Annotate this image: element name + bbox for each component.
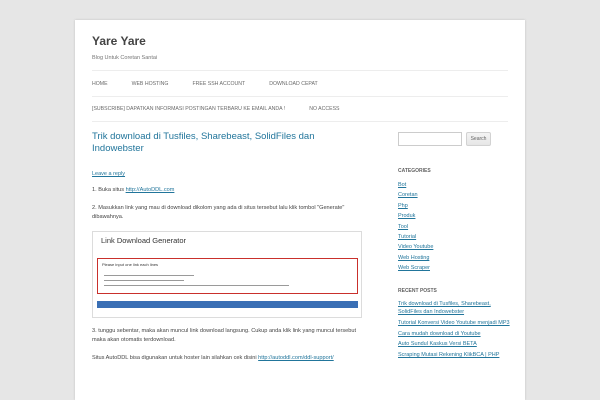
category-link-tutorial[interactable]: Tutorial — [398, 232, 510, 242]
generator-screenshot: Link Download Generator Please input one… — [92, 231, 362, 318]
main-navigation: HOME WEB HOSTING FREE SSH ACCOUNT DOWNLO… — [92, 70, 508, 122]
main-content: Trik download di Tusfiles, Sharebeast, S… — [92, 128, 362, 363]
autoddl-link[interactable]: http://AutoDDL.com — [126, 187, 175, 193]
generator-input-label: Please input one link each lines — [102, 262, 159, 267]
site-description: Blog Untuk Coretan Santai — [92, 55, 158, 61]
nav-item-home[interactable]: HOME — [92, 81, 108, 87]
category-link-coretan[interactable]: Coretan — [398, 190, 510, 200]
search-input[interactable] — [398, 132, 462, 146]
step-3-paragraph: 3. tunggu sebentar, maka akan muncul lin… — [92, 328, 357, 343]
generator-link-line — [104, 275, 194, 276]
recent-post-link[interactable]: Tutorial Konversi Video Youtube menjadi … — [398, 319, 510, 328]
recent-post-link[interactable]: Scraping Mutasi Rekening KlikBCA | PHP — [398, 351, 510, 360]
category-link-video-youtube[interactable]: Video Youtube — [398, 242, 510, 252]
nav-item-web-hosting[interactable]: WEB HOSTING — [132, 81, 169, 87]
step-1-text: 1. Buka situs — [92, 187, 126, 193]
nav-row-2: [SUBSCRIBE] DAPATKAN INFORMASI POSTINGAN… — [92, 96, 508, 121]
generator-link-line — [104, 280, 184, 281]
search-button[interactable]: Search — [466, 132, 491, 146]
category-link-php[interactable]: Php — [398, 201, 510, 211]
sidebar: Search CATEGORIES Bot Coretan Php Produk… — [398, 132, 510, 362]
post-title[interactable]: Trik download di Tusfiles, Sharebeast, S… — [92, 131, 362, 155]
recent-posts-list: Trik download di Tusfiles, Sharebeast, S… — [398, 300, 510, 360]
categories-list: Bot Coretan Php Produk Tool Tutorial Vid… — [398, 180, 510, 274]
nav-item-download-cepat[interactable]: DOWNLOAD CEPAT — [269, 81, 318, 87]
site-title[interactable]: Yare Yare — [92, 34, 146, 48]
search-form: Search — [398, 132, 510, 146]
autoddl-text: Situs AutoDDL bisa digunakan untuk hoste… — [92, 355, 259, 361]
autoddl-paragraph: Situs AutoDDL bisa digunakan untuk hoste… — [92, 354, 362, 363]
generator-link-line — [104, 285, 289, 286]
generator-title: Link Download Generator — [101, 236, 187, 245]
generator-input-box: Please input one link each lines — [97, 258, 358, 294]
categories-title: CATEGORIES — [398, 168, 431, 174]
recent-post-link[interactable]: Trik download di Tusfiles, Sharebeast, S… — [398, 300, 510, 317]
page-container: Yare Yare Blog Untuk Coretan Santai HOME… — [75, 20, 525, 400]
recent-post-link[interactable]: Auto Sundul Kaskus Versi BETA — [398, 340, 510, 349]
nav-row-1: HOME WEB HOSTING FREE SSH ACCOUNT DOWNLO… — [92, 71, 508, 96]
nav-item-free-ssh-account[interactable]: FREE SSH ACCOUNT — [192, 81, 245, 87]
recent-post-link[interactable]: Cara mudah download di Youtube — [398, 330, 510, 339]
category-link-web-scraper[interactable]: Web Scraper — [398, 263, 510, 273]
recent-posts-title: RECENT POSTS — [398, 287, 437, 294]
category-link-produk[interactable]: Produk — [398, 211, 510, 221]
step-1-paragraph: 1. Buka situs http://AutoDDL.com — [92, 186, 362, 195]
category-link-tool[interactable]: Tool — [398, 222, 510, 232]
step-2-paragraph: 2. Masukkan link yang mau di download di… — [92, 205, 345, 220]
category-link-web-hosting[interactable]: Web Hosting — [398, 253, 510, 263]
nav-item-no-access[interactable]: NO ACCESS — [309, 106, 339, 112]
generator-button-image — [97, 301, 358, 308]
nav-item-subscribe[interactable]: [SUBSCRIBE] DAPATKAN INFORMASI POSTINGAN… — [92, 106, 285, 112]
leave-reply-link[interactable]: Leave a reply — [92, 171, 362, 177]
ddl-support-link[interactable]: http://autoddl.com/ddl-support/ — [258, 355, 334, 361]
category-link-bot[interactable]: Bot — [398, 180, 510, 190]
